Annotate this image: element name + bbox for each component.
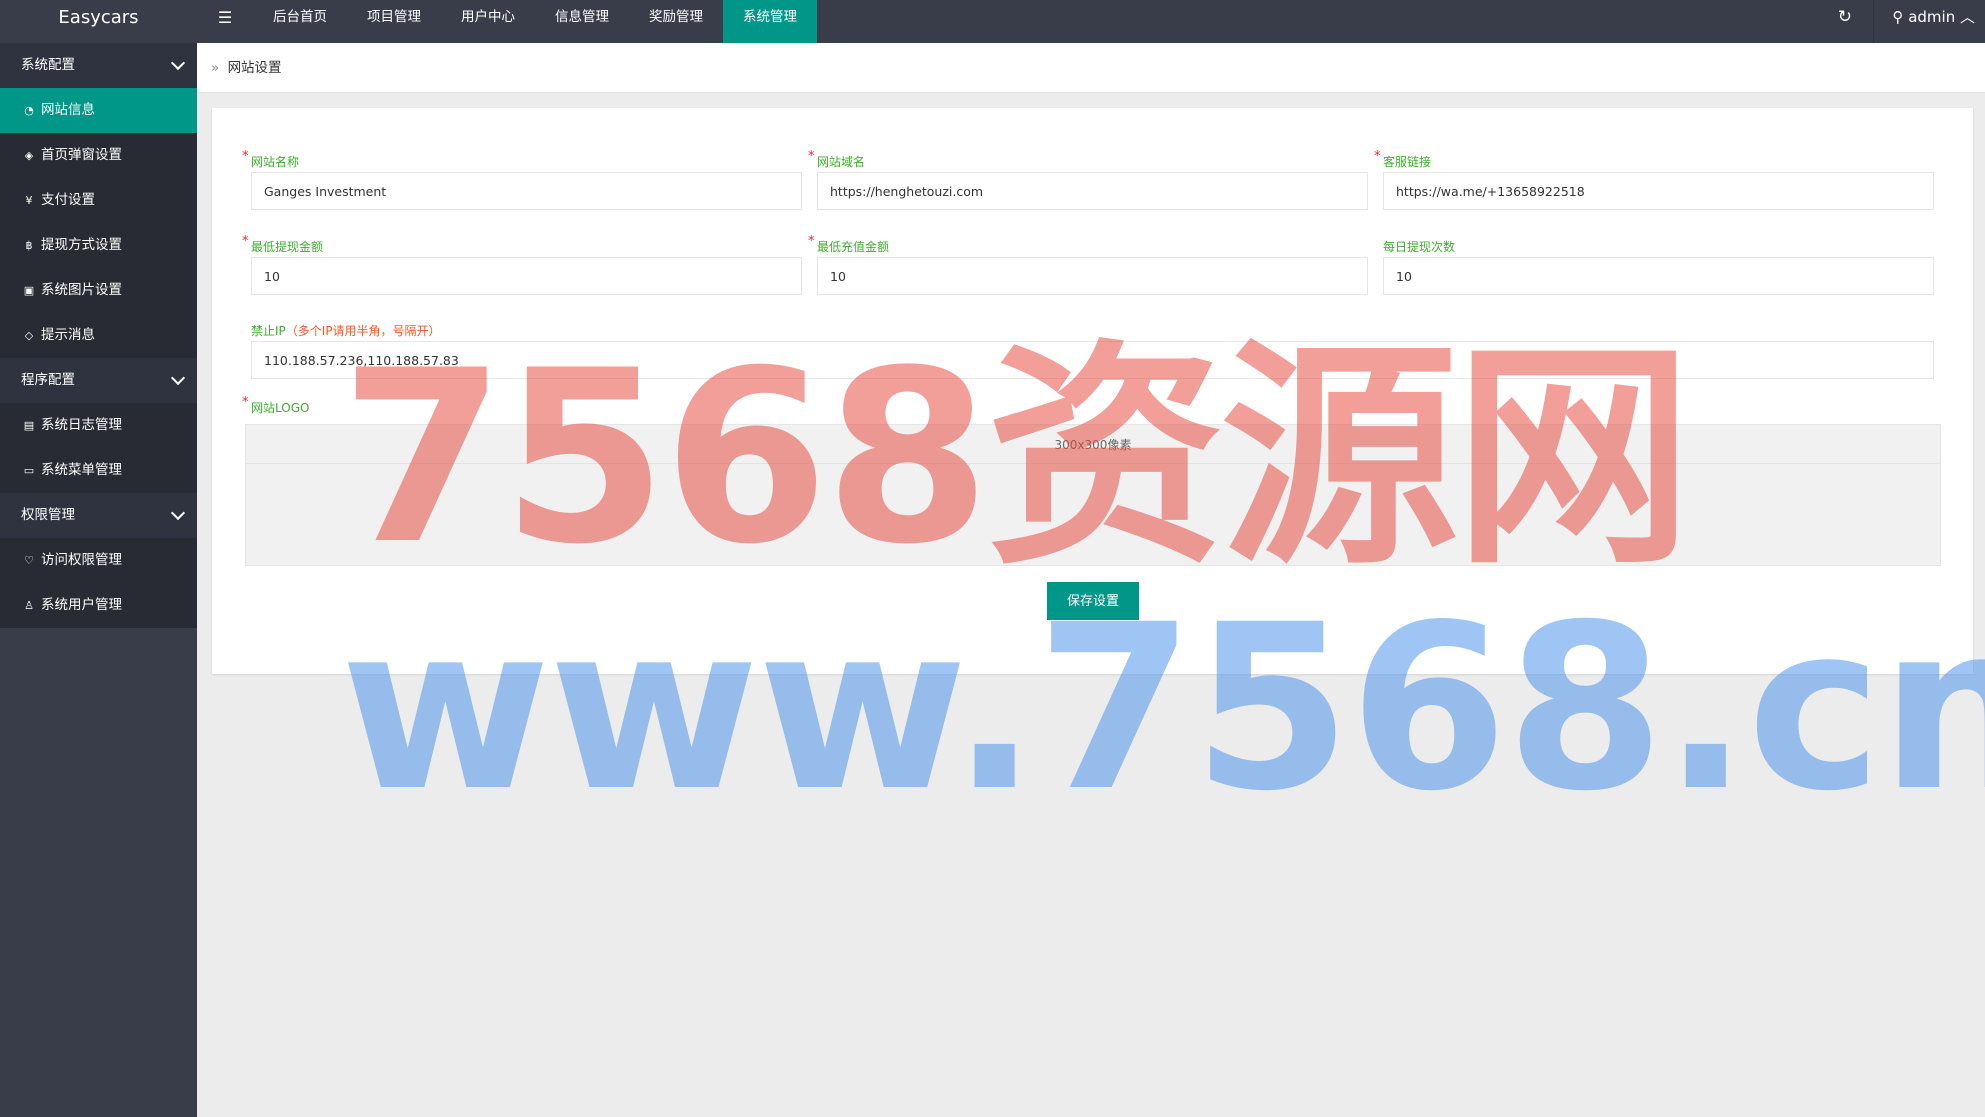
double-chevron-icon: »	[211, 60, 220, 76]
watermark-url: www.7568.cn	[340, 575, 1985, 841]
site-name-label: 网站名称	[251, 155, 300, 169]
sidebar-item-label: 系统用户管理	[41, 597, 122, 613]
breadcrumb: » 网站设置	[197, 43, 1985, 93]
sidebar-item-label: 支付设置	[41, 192, 95, 208]
menu-toggle-icon[interactable]: ☰	[205, 0, 245, 43]
sidebar-item-label: 首页弹窗设置	[41, 147, 122, 163]
banned-ip-label-text: 禁止IP	[251, 324, 286, 338]
chevron-up-icon: ︿	[1959, 8, 1975, 26]
window-icon: ▭	[23, 464, 35, 477]
refresh-icon[interactable]: ↻	[1816, 0, 1875, 43]
user-menu[interactable]: ⚲ admin ︿	[1874, 0, 1985, 43]
sidebar-item-label: 访问权限管理	[41, 552, 122, 568]
service-link-label: 客服链接	[1383, 155, 1432, 169]
daily-withdraw-label: 每日提现次数	[1383, 240, 1456, 254]
sidebar-item-menu-management[interactable]: ▭ 系统菜单管理	[0, 448, 197, 493]
sidebar-group-program-config[interactable]: 程序配置	[0, 358, 197, 403]
required-mark: *	[242, 234, 249, 249]
required-mark: *	[1374, 149, 1381, 164]
breadcrumb-current: 网站设置	[227, 60, 282, 76]
top-bar: Easycars ☰ 后台首页 项目管理 用户中心 信息管理 奖励管理 系统管理…	[0, 0, 1985, 43]
min-recharge-label: 最低充值金额	[817, 240, 890, 254]
nav-system[interactable]: 系统管理	[723, 0, 817, 43]
nav-rewards[interactable]: 奖励管理	[629, 0, 723, 43]
sidebar-item-site-info[interactable]: ◔ 网站信息	[0, 88, 197, 133]
sidebar-group-label: 系统配置	[21, 57, 75, 73]
sidebar-item-withdraw-methods[interactable]: ฿ 提现方式设置	[0, 223, 197, 268]
user-name: admin	[1908, 8, 1956, 26]
nav-info[interactable]: 信息管理	[535, 0, 629, 43]
min-recharge-input[interactable]	[817, 257, 1368, 295]
tag-icon: ◇	[24, 329, 34, 342]
required-mark: *	[808, 149, 815, 164]
sidebar-item-system-logs[interactable]: ▤ 系统日志管理	[0, 403, 197, 448]
site-name-input[interactable]	[251, 172, 802, 210]
image-icon: ▣	[23, 284, 35, 297]
nav-dashboard[interactable]: 后台首页	[253, 0, 347, 43]
sidebar-item-label: 系统图片设置	[41, 282, 122, 298]
bitcoin-icon: ฿	[25, 239, 33, 252]
nav-users[interactable]: 用户中心	[441, 0, 535, 43]
top-right-tools: ↻ ⚲ admin ︿	[1816, 0, 1985, 43]
sidebar-group-label: 程序配置	[21, 372, 75, 388]
sidebar-item-label: 提示消息	[41, 327, 95, 343]
top-nav: 后台首页 项目管理 用户中心 信息管理 奖励管理 系统管理	[253, 0, 817, 43]
chevron-down-icon	[170, 505, 186, 521]
service-link-input[interactable]	[1383, 172, 1934, 210]
daily-withdraw-input[interactable]	[1383, 257, 1934, 295]
required-mark: *	[242, 395, 249, 410]
sidebar-group-system-config[interactable]: 系统配置	[0, 43, 197, 88]
required-mark: *	[808, 234, 815, 249]
nav-projects[interactable]: 项目管理	[347, 0, 441, 43]
user-icon: ⚲	[1892, 8, 1904, 26]
sidebar-item-image-settings[interactable]: ▣ 系统图片设置	[0, 268, 197, 313]
sidebar-group-label: 权限管理	[21, 507, 75, 523]
watermark-text: 7568资源网	[340, 320, 1692, 597]
site-domain-input[interactable]	[817, 172, 1368, 210]
sidebar: 系统配置 ◔ 网站信息 ◈ 首页弹窗设置 ¥ 支付设置 ฿ 提现方式设置 ▣ 系统图片设置…	[0, 43, 197, 1117]
sidebar-item-label: 网站信息	[41, 102, 95, 118]
min-withdraw-input[interactable]	[251, 257, 802, 295]
document-icon: ▤	[23, 419, 35, 432]
sidebar-item-label: 系统日志管理	[41, 417, 122, 433]
chevron-down-icon	[170, 370, 186, 386]
required-mark: *	[242, 149, 249, 164]
sidebar-item-system-users[interactable]: ♙ 系统用户管理	[0, 583, 197, 628]
eye-icon: ◈	[24, 149, 34, 162]
brand-logo[interactable]: Easycars	[0, 0, 197, 43]
sidebar-item-popup-settings[interactable]: ◈ 首页弹窗设置	[0, 133, 197, 178]
site-domain-label: 网站域名	[817, 155, 866, 169]
sidebar-item-payment-settings[interactable]: ¥ 支付设置	[0, 178, 197, 223]
shield-icon: ♡	[24, 554, 34, 567]
user-icon: ♙	[24, 599, 34, 612]
sidebar-item-messages[interactable]: ◇ 提示消息	[0, 313, 197, 358]
sidebar-item-label: 提现方式设置	[41, 237, 122, 253]
chevron-down-icon	[170, 55, 186, 71]
yen-icon: ¥	[25, 194, 33, 207]
sidebar-item-label: 系统菜单管理	[41, 462, 122, 478]
dashboard-icon: ◔	[24, 104, 34, 117]
logo-label: 网站LOGO	[251, 401, 310, 415]
sidebar-group-permissions[interactable]: 权限管理	[0, 493, 197, 538]
min-withdraw-label: 最低提现金额	[251, 240, 324, 254]
sidebar-item-access-permissions[interactable]: ♡ 访问权限管理	[0, 538, 197, 583]
